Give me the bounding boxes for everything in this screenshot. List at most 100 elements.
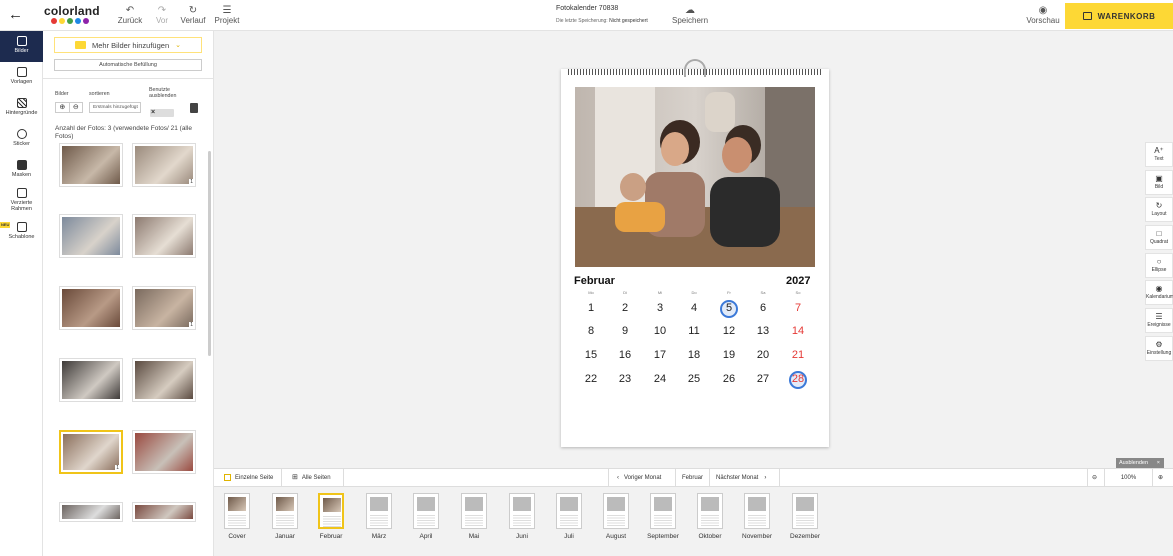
- calendar-day[interactable]: 6: [748, 302, 778, 314]
- tool-bild[interactable]: ▣ Bild: [1145, 170, 1173, 195]
- history-button[interactable]: ↻ Verlauf: [176, 6, 210, 26]
- calendar-day[interactable]: 12: [714, 325, 744, 337]
- calendar-day[interactable]: 5: [714, 302, 744, 314]
- calendar-day[interactable]: 1: [576, 302, 606, 314]
- photo-thumbnail[interactable]: [59, 502, 123, 522]
- month-thumbnail[interactable]: September: [647, 493, 679, 540]
- sort-select[interactable]: Erstmals hinzugefügt: [89, 102, 141, 113]
- add-images-button[interactable]: Mehr Bilder hinzufügen ⌄: [54, 37, 202, 53]
- zoom-in-button[interactable]: ⊕: [1153, 469, 1173, 487]
- photo-thumbnail[interactable]: [59, 286, 123, 330]
- photo-thumbnail[interactable]: [59, 214, 123, 258]
- tool-masks[interactable]: Masken: [0, 160, 43, 178]
- calendar-photo[interactable]: [575, 87, 815, 267]
- photo-thumbnail[interactable]: [59, 143, 123, 187]
- tool-kalendarium[interactable]: ◉ Kalendarium: [1145, 280, 1173, 305]
- photo-thumbnail[interactable]: 1: [59, 430, 123, 474]
- hide-used-toggle[interactable]: ×: [150, 109, 174, 117]
- zoom-out-button[interactable]: ⊖: [1087, 469, 1105, 487]
- tool-sticker[interactable]: Sticker: [0, 129, 43, 147]
- calendar-day[interactable]: 16: [610, 349, 640, 361]
- calendar-day[interactable]: 8: [576, 325, 606, 337]
- calendar-day[interactable]: 24: [645, 373, 675, 385]
- text-icon: A⁺: [1154, 146, 1164, 155]
- tool-images[interactable]: Bilder: [0, 31, 43, 62]
- calendar-day[interactable]: 26: [714, 373, 744, 385]
- photo-thumbnail[interactable]: [132, 430, 196, 474]
- month-thumbnail[interactable]: August: [602, 493, 630, 540]
- preview-button[interactable]: ◉ Vorschau: [1026, 6, 1060, 26]
- zoom-in-icon[interactable]: ⊕: [56, 103, 70, 112]
- calendar-month[interactable]: Februar: [574, 275, 615, 287]
- calendar-day[interactable]: 28: [783, 373, 813, 385]
- month-thumbnail[interactable]: Januar: [271, 493, 299, 540]
- month-thumbnail[interactable]: Mai: [460, 493, 488, 540]
- save-button[interactable]: ☁ Speichern: [672, 6, 708, 26]
- calendar-day[interactable]: 22: [576, 373, 606, 385]
- calendar-day[interactable]: 2: [610, 302, 640, 314]
- month-thumbnail[interactable]: Cover: [223, 493, 251, 540]
- calendar-day[interactable]: 4: [679, 302, 709, 314]
- undo-button[interactable]: ↶ Zurück: [113, 6, 147, 26]
- month-thumbnail[interactable]: November: [742, 493, 772, 540]
- chevron-down-icon: ⌄: [175, 42, 181, 49]
- calendar-day[interactable]: 3: [645, 302, 675, 314]
- calendar-day[interactable]: 18: [679, 349, 709, 361]
- tool-ereignisse[interactable]: ☰ Ereignisse: [1145, 308, 1173, 333]
- calendar-day[interactable]: 27: [748, 373, 778, 385]
- photo-thumbnail[interactable]: [132, 502, 196, 522]
- calendar-day[interactable]: 20: [748, 349, 778, 361]
- calendar-day[interactable]: 10: [645, 325, 675, 337]
- tool-quadrat[interactable]: □ Quadrat: [1145, 225, 1173, 250]
- calendar-day[interactable]: 7: [783, 302, 813, 314]
- photo-thumbnail[interactable]: [59, 358, 123, 402]
- month-thumbnail[interactable]: Dezember: [790, 493, 820, 540]
- next-month-button[interactable]: Nächster Monat ›: [710, 469, 780, 487]
- preview-grid: [654, 514, 672, 526]
- frames-icon: [16, 188, 27, 198]
- tool-ellipse[interactable]: ○ Ellipse: [1145, 253, 1173, 278]
- tool-frames[interactable]: Verzierte Rahmen: [0, 188, 43, 212]
- zoom-out-icon: ⊖: [1092, 475, 1098, 481]
- prev-month-button[interactable]: ‹ Voriger Monat: [608, 469, 676, 487]
- photo-thumbnail[interactable]: 1: [132, 286, 196, 330]
- tool-stencil[interactable]: NEU Schablone: [0, 222, 43, 240]
- tool-text[interactable]: A⁺ Text: [1145, 142, 1173, 167]
- calendar-day[interactable]: 13: [748, 325, 778, 337]
- tool-templates[interactable]: Vorlagen: [0, 67, 43, 85]
- month-thumbnail[interactable]: März: [365, 493, 393, 540]
- photo-thumbnail[interactable]: 1: [132, 143, 196, 187]
- photo-thumbnail[interactable]: [132, 358, 196, 402]
- calendar-day[interactable]: 21: [783, 349, 813, 361]
- single-page-button[interactable]: Einzelne Seite: [214, 469, 282, 487]
- calendar-day[interactable]: 9: [610, 325, 640, 337]
- calendar-day[interactable]: 17: [645, 349, 675, 361]
- tool-backgrounds[interactable]: Hintergründe: [0, 98, 43, 116]
- project-button[interactable]: ☰ Projekt: [210, 6, 244, 26]
- tool-label: Ereignisse: [1147, 322, 1171, 328]
- calendar-day[interactable]: 25: [679, 373, 709, 385]
- calendar-year[interactable]: 2027: [786, 275, 810, 287]
- calendar-day[interactable]: 14: [783, 325, 813, 337]
- all-pages-button[interactable]: ⊞ Alle Seiten: [282, 469, 344, 487]
- calendar-day[interactable]: 23: [610, 373, 640, 385]
- auto-fill-button[interactable]: Automatische Befüllung: [54, 59, 202, 71]
- month-thumbnail[interactable]: Februar: [317, 493, 345, 540]
- all-pages-label: Alle Seiten: [301, 475, 331, 481]
- tool-einstellung[interactable]: ⚙ Einstellung: [1145, 336, 1173, 361]
- trash-icon[interactable]: [190, 103, 198, 113]
- back-arrow-icon[interactable]: ←: [8, 6, 23, 23]
- cart-button[interactable]: WARENKORB: [1065, 3, 1173, 29]
- month-thumbnail[interactable]: Oktober: [696, 493, 724, 540]
- month-thumbnail[interactable]: April: [412, 493, 440, 540]
- calendar-day[interactable]: 15: [576, 349, 606, 361]
- panel-scrollbar[interactable]: [208, 151, 211, 356]
- calendar-day[interactable]: 11: [679, 325, 709, 337]
- month-thumbnail[interactable]: Juli: [555, 493, 583, 540]
- redo-button[interactable]: ↷ Vor: [145, 6, 179, 26]
- tool-layout[interactable]: ↻ Layout: [1145, 197, 1173, 222]
- calendar-day[interactable]: 19: [714, 349, 744, 361]
- photo-thumbnail[interactable]: [132, 214, 196, 258]
- zoom-out-icon[interactable]: ⊖: [70, 103, 83, 112]
- month-thumbnail[interactable]: Juni: [508, 493, 536, 540]
